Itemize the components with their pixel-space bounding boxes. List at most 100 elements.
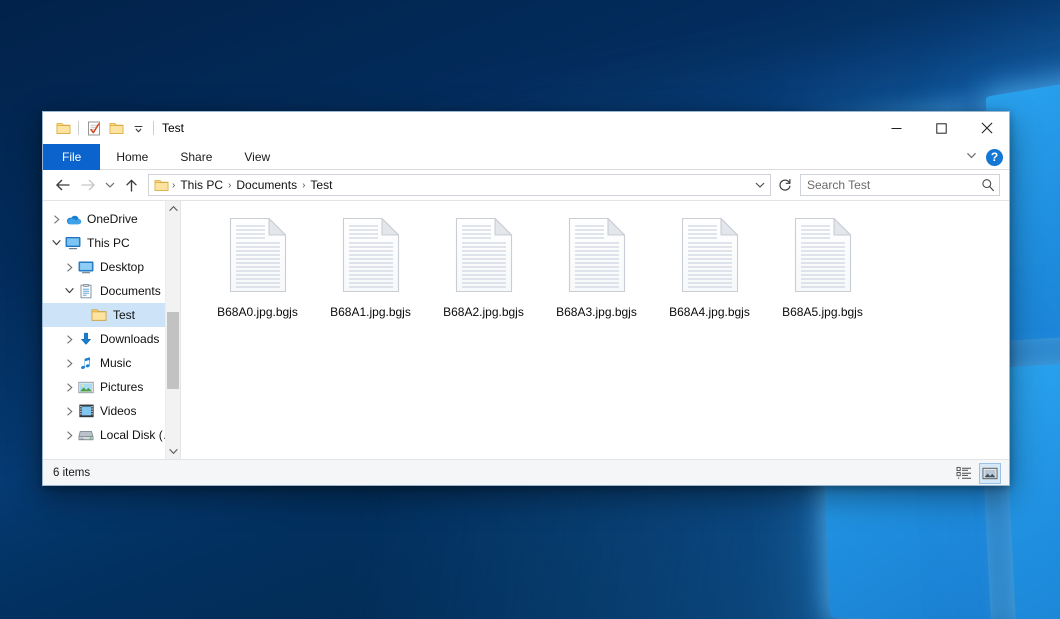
- large-icons-view-button[interactable]: [979, 463, 1001, 484]
- sidebar-item-label: Test: [113, 308, 135, 322]
- file-name-label: B68A3.jpg.bgjs: [556, 305, 637, 319]
- chevron-right-icon[interactable]: [62, 335, 77, 344]
- customize-qat-icon[interactable]: [127, 117, 149, 139]
- chevron-right-icon[interactable]: [62, 407, 77, 416]
- maximize-button[interactable]: [919, 112, 964, 144]
- breadcrumb-item-this-pc[interactable]: This PC: [176, 177, 227, 193]
- breadcrumb-item-documents[interactable]: Documents: [232, 177, 301, 193]
- chevron-right-icon[interactable]: [49, 215, 64, 224]
- scroll-down-arrow-icon[interactable]: [166, 444, 180, 459]
- address-bar[interactable]: › This PC › Documents › Test: [148, 174, 771, 196]
- desktop-background: Test File Home Share View: [0, 0, 1060, 619]
- folder-icon[interactable]: [52, 117, 74, 139]
- details-view-button[interactable]: [953, 463, 975, 484]
- up-button[interactable]: [119, 173, 144, 197]
- file-item[interactable]: B68A0.jpg.bgjs: [201, 213, 314, 337]
- forward-button: [75, 173, 100, 197]
- generic-file-icon: [226, 215, 290, 298]
- onedrive-cloud-icon: [64, 211, 82, 227]
- generic-file-icon: [565, 215, 629, 298]
- file-name-label: B68A4.jpg.bgjs: [669, 305, 750, 319]
- explorer-body: OneDrive This PC: [43, 201, 1009, 459]
- search-input[interactable]: [807, 178, 981, 192]
- expand-ribbon-chevron-down-icon[interactable]: [965, 149, 978, 165]
- sidebar-item-desktop[interactable]: Desktop: [43, 255, 180, 279]
- sidebar-item-label: Music: [100, 356, 131, 370]
- properties-icon[interactable]: [83, 117, 105, 139]
- downloads-arrow-icon: [77, 331, 95, 347]
- file-list-view[interactable]: B68A0.jpg.bgjs B68A1.jpg.bgjs: [181, 201, 1009, 459]
- folder-icon: [90, 307, 108, 323]
- address-bar-row: › This PC › Documents › Test: [43, 170, 1009, 201]
- sidebar-item-test[interactable]: Test: [43, 303, 180, 327]
- file-item[interactable]: B68A4.jpg.bgjs: [653, 213, 766, 337]
- close-button[interactable]: [964, 112, 1009, 144]
- file-explorer-window: Test File Home Share View: [42, 111, 1010, 486]
- item-count-label: 6 items: [53, 467, 90, 479]
- refresh-button[interactable]: [774, 174, 796, 196]
- logo-pane-bottom-right: [1003, 356, 1060, 619]
- back-button[interactable]: [50, 173, 75, 197]
- sidebar-item-onedrive[interactable]: OneDrive: [43, 207, 180, 231]
- new-folder-icon[interactable]: [105, 117, 127, 139]
- search-box[interactable]: [800, 174, 1000, 196]
- breadcrumb-item-test[interactable]: Test: [306, 177, 336, 193]
- help-icon[interactable]: ?: [986, 149, 1003, 166]
- title-bar: Test: [43, 112, 1009, 144]
- sidebar-item-label: OneDrive: [87, 212, 138, 226]
- tab-share[interactable]: Share: [164, 144, 228, 170]
- music-note-icon: [77, 355, 95, 371]
- file-item[interactable]: B68A2.jpg.bgjs: [427, 213, 540, 337]
- sidebar-item-downloads[interactable]: Downloads: [43, 327, 180, 351]
- file-item[interactable]: B68A1.jpg.bgjs: [314, 213, 427, 337]
- sidebar-item-this-pc[interactable]: This PC: [43, 231, 180, 255]
- chevron-right-icon[interactable]: [62, 263, 77, 272]
- qat-separator-2: [153, 121, 154, 135]
- chevron-right-icon[interactable]: [62, 431, 77, 440]
- window-controls: [874, 112, 1009, 144]
- sidebar-item-label: Desktop: [100, 260, 144, 274]
- address-dropdown-chevron-down-icon[interactable]: [751, 175, 768, 195]
- file-name-label: B68A2.jpg.bgjs: [443, 305, 524, 319]
- sidebar-item-documents[interactable]: Documents: [43, 279, 180, 303]
- generic-file-icon: [452, 215, 516, 298]
- sidebar-item-videos[interactable]: Videos: [43, 399, 180, 423]
- minimize-button[interactable]: [874, 112, 919, 144]
- window-title: Test: [162, 121, 184, 135]
- tab-view[interactable]: View: [228, 144, 286, 170]
- sidebar-item-local-disk-c[interactable]: Local Disk (C:): [43, 423, 180, 447]
- quick-access-toolbar: Test: [43, 117, 184, 139]
- ribbon-tab-strip: File Home Share View ?: [43, 144, 1009, 170]
- chevron-right-icon[interactable]: [62, 359, 77, 368]
- breadcrumb: › This PC › Documents › Test: [153, 177, 751, 193]
- address-bar-controls: [751, 175, 768, 195]
- scroll-up-arrow-icon[interactable]: [166, 201, 180, 216]
- sidebar-item-pictures[interactable]: Pictures: [43, 375, 180, 399]
- sidebar-item-label: Pictures: [100, 380, 143, 394]
- hard-disk-icon: [77, 427, 95, 443]
- status-bar: 6 items: [43, 459, 1009, 485]
- file-name-label: B68A0.jpg.bgjs: [217, 305, 298, 319]
- generic-file-icon: [791, 215, 855, 298]
- this-pc-monitor-icon: [64, 235, 82, 251]
- search-icon[interactable]: [981, 178, 995, 192]
- file-name-label: B68A1.jpg.bgjs: [330, 305, 411, 319]
- sidebar-item-music[interactable]: Music: [43, 351, 180, 375]
- navigation-pane-scrollbar[interactable]: [165, 201, 180, 459]
- tab-home[interactable]: Home: [100, 144, 164, 170]
- scrollbar-track[interactable]: [166, 216, 180, 444]
- breadcrumb-folder-icon[interactable]: [153, 179, 171, 192]
- chevron-down-icon[interactable]: [49, 239, 64, 247]
- recent-locations-chevron-down-icon[interactable]: [100, 173, 119, 197]
- file-name-label: B68A5.jpg.bgjs: [782, 305, 863, 319]
- videos-film-icon: [77, 403, 95, 419]
- chevron-right-icon[interactable]: [62, 383, 77, 392]
- file-item[interactable]: B68A3.jpg.bgjs: [540, 213, 653, 337]
- sidebar-item-label: Documents: [100, 284, 161, 298]
- tab-file[interactable]: File: [43, 144, 100, 170]
- file-item[interactable]: B68A5.jpg.bgjs: [766, 213, 879, 337]
- qat-separator-1: [78, 121, 79, 135]
- chevron-down-icon[interactable]: [62, 287, 77, 295]
- scrollbar-thumb[interactable]: [167, 312, 179, 390]
- generic-file-icon: [678, 215, 742, 298]
